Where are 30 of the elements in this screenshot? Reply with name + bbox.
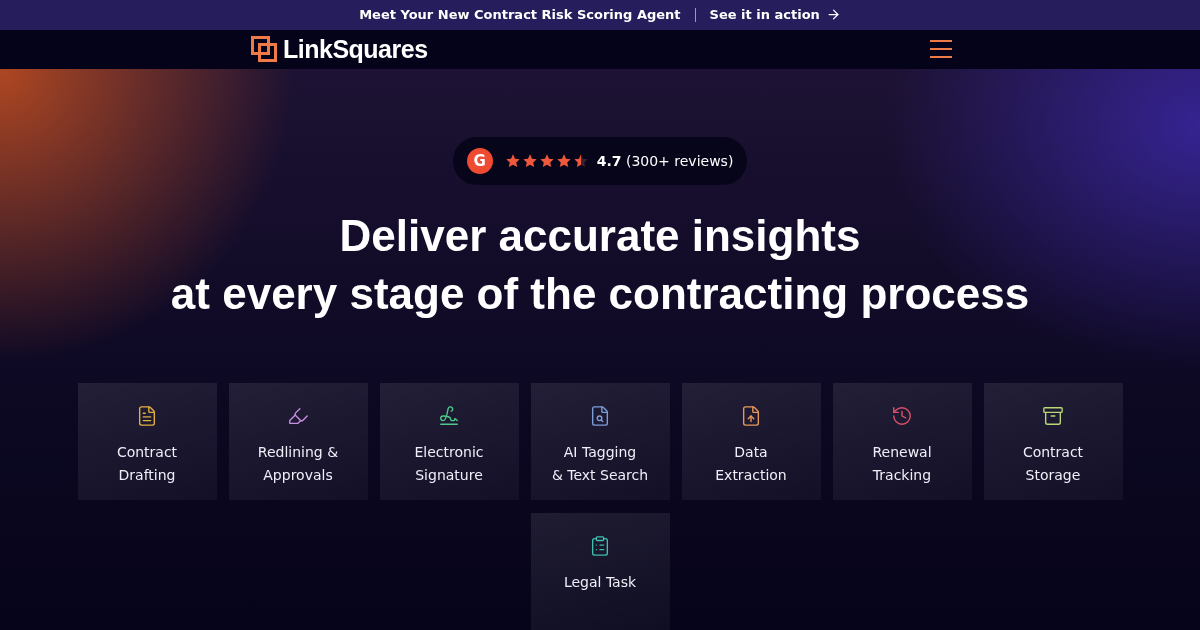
feature-label: Redlining & Approvals — [257, 443, 339, 485]
star-icon — [521, 153, 538, 169]
star-icon — [538, 153, 555, 169]
see-in-action-link[interactable]: See it in action — [709, 7, 841, 23]
star-icon — [572, 153, 589, 169]
headline: Deliver accurate insights at every stage of the contracting process — [170, 210, 1030, 320]
feature-label: Contract Drafting — [116, 443, 178, 485]
feature-card[interactable]: Contract Drafting — [77, 383, 217, 500]
feature-card[interactable]: Legal Task — [530, 513, 670, 630]
announcement-text: Meet Your New Contract Risk Scoring Agent — [359, 7, 681, 23]
feature-label: Data Extraction — [715, 443, 787, 485]
feature-label: Contract Storage — [1022, 443, 1084, 485]
feature-card[interactable]: Renewal Tracking — [832, 383, 972, 500]
star-icon — [504, 153, 521, 169]
feature-label: AI Tagging & Text Search — [551, 443, 649, 485]
brand-name: LinkSquares — [283, 34, 428, 64]
star-icon — [555, 153, 572, 169]
rating-text: 4.7 (300+ reviews) — [596, 153, 734, 169]
feature-card[interactable]: AI Tagging & Text Search — [530, 383, 670, 500]
logo-icon — [251, 36, 277, 63]
feature-card[interactable]: Data Extraction — [681, 383, 821, 500]
feature-label: Legal Task — [563, 573, 637, 592]
feature-card[interactable]: Contract Storage — [983, 383, 1123, 500]
feature-label: Renewal Tracking — [872, 443, 932, 485]
feature-card[interactable]: Redlining & Approvals — [228, 383, 368, 500]
feature-card[interactable]: Electronic Signature — [379, 383, 519, 500]
feature-label: Electronic Signature — [414, 443, 484, 485]
arrow-right-icon — [825, 7, 841, 23]
g2-logo: G — [466, 148, 493, 174]
menu-button[interactable] — [930, 40, 952, 59]
